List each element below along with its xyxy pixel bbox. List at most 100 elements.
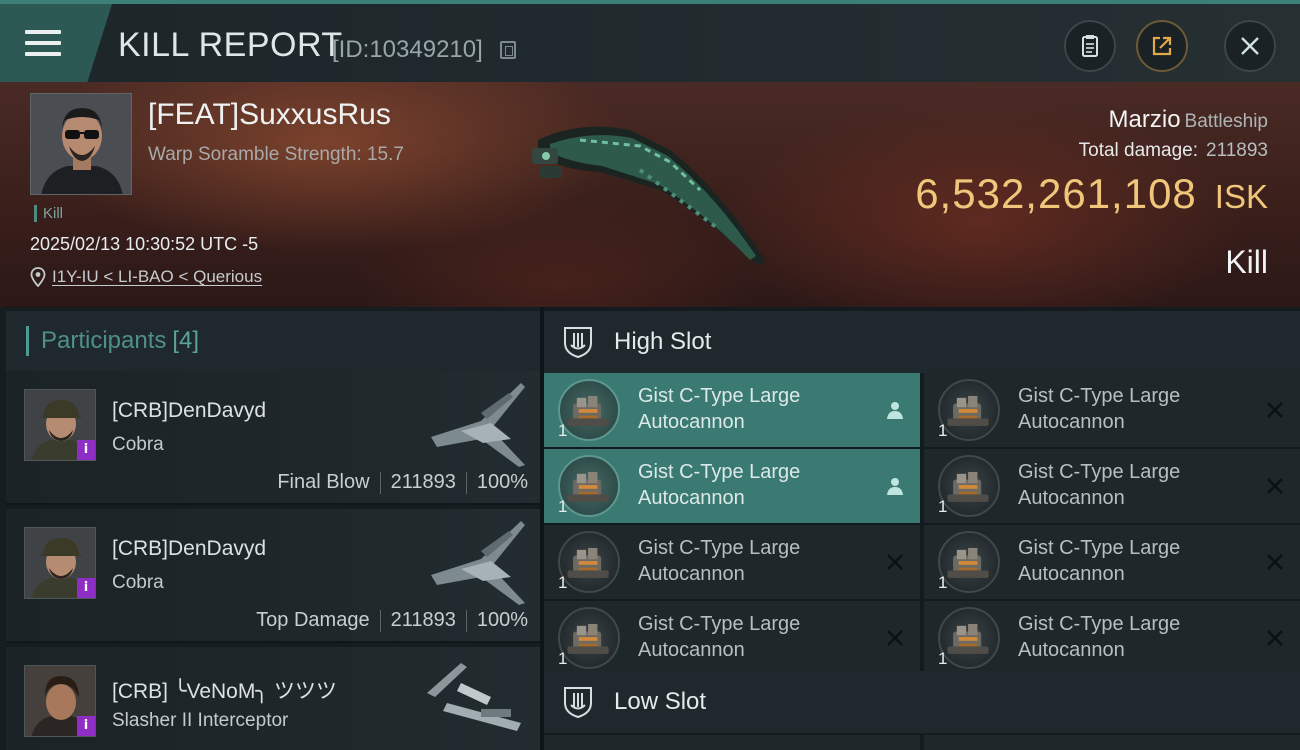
participant-percent: 100% xyxy=(476,471,528,493)
ship-name: Marzio xyxy=(1108,106,1181,133)
participant-damage: 211893 xyxy=(390,471,456,493)
share-button[interactable] xyxy=(1136,20,1188,72)
avatar[interactable]: i xyxy=(24,527,96,599)
kill-tag: Kill xyxy=(34,205,63,222)
kill-location[interactable]: I1Y-IU < LI-BAO < Querious xyxy=(30,267,262,287)
low-slot-icon xyxy=(562,685,594,719)
participant-role: Top Damage xyxy=(256,609,370,631)
menu-icon xyxy=(25,30,61,56)
module-slot[interactable]: 1 Gist C-Type Large Autocannon xyxy=(924,525,1300,599)
high-slot-header: High Slot xyxy=(544,311,1300,373)
module-slot[interactable]: 1 Gist C-Type Large Autocannon xyxy=(544,601,920,675)
participant-ship-image xyxy=(427,663,521,731)
participants-label: Participants xyxy=(41,327,167,354)
participants-panel: Participants [4] i [CRB]DenDavyd Cobra F… xyxy=(0,307,540,750)
low-slot-label: Low Slot xyxy=(614,688,707,715)
report-id: [ID:10349210] xyxy=(332,36,483,63)
participant-damage: 211893 xyxy=(390,609,456,631)
module-quantity: 1 xyxy=(938,497,948,516)
x-icon xyxy=(1264,399,1286,421)
participant-percent: 100% xyxy=(476,609,528,631)
menu-button[interactable] xyxy=(0,4,112,82)
avatar[interactable]: i xyxy=(24,389,96,461)
total-damage-label: Total damage: xyxy=(1078,140,1198,161)
x-icon xyxy=(1264,551,1286,573)
isk-value: 6,532,261,108 ISK xyxy=(915,170,1268,218)
kill-result: Kill xyxy=(1225,244,1268,280)
avatar[interactable]: i xyxy=(24,665,96,737)
module-quantity: 1 xyxy=(558,573,568,592)
participant-ship: Cobra xyxy=(112,434,164,455)
divider xyxy=(465,471,467,494)
pilot-badge-icon: i xyxy=(77,440,95,460)
module-name: Gist C-Type Large Autocannon xyxy=(638,537,801,585)
low-slot-module-partial[interactable] xyxy=(544,735,920,750)
participant-ship-image xyxy=(431,521,525,605)
module-slot[interactable]: 1 Gist C-Type Large Autocannon xyxy=(924,449,1300,523)
participant-role: Final Blow xyxy=(277,471,370,493)
victim-name[interactable]: [FEAT]SuxxusRus xyxy=(148,98,391,132)
participant-ship: Slasher II Interceptor xyxy=(112,710,289,731)
module-slot[interactable]: 1 Gist C-Type Large Autocannon xyxy=(924,601,1300,675)
x-icon xyxy=(1264,627,1286,649)
participant-name[interactable]: [CRB]DenDavyd xyxy=(112,399,266,423)
victim-ship-image xyxy=(532,126,765,267)
module-slot[interactable]: 1 Gist C-Type Large Autocannon xyxy=(544,449,920,523)
high-slot-icon xyxy=(562,325,594,359)
isk-amount: 6,532,261,108 xyxy=(915,170,1197,217)
page-title: KILL REPORT xyxy=(118,26,343,64)
close-button[interactable] xyxy=(1224,20,1276,72)
module-slot[interactable]: 1 Gist C-Type Large Autocannon xyxy=(544,525,920,599)
participant-row[interactable]: i [CRB]DenDavyd Cobra Final Blow 211893 … xyxy=(6,371,540,505)
participant-ship-image xyxy=(431,383,525,467)
module-quantity: 1 xyxy=(558,649,568,668)
pilot-badge-icon: i xyxy=(77,578,95,598)
section-marker xyxy=(26,326,29,356)
module-name: Gist C-Type Large Autocannon xyxy=(638,385,801,433)
victim-summary: [FEAT]SuxxusRus Warp Soramble Strength: … xyxy=(0,82,1300,307)
divider xyxy=(379,471,381,494)
module-quantity: 1 xyxy=(938,649,948,668)
pilot-icon xyxy=(884,475,906,497)
module-name: Gist C-Type Large Autocannon xyxy=(1018,613,1181,661)
module-name: Gist C-Type Large Autocannon xyxy=(1018,537,1181,585)
ship-class: Battleship xyxy=(1184,111,1268,132)
top-bar: KILL REPORT [ID:10349210] xyxy=(0,0,1300,82)
module-quantity: 1 xyxy=(558,497,568,516)
x-icon xyxy=(884,627,906,649)
clipboard-icon xyxy=(1082,35,1098,57)
module-name: Gist C-Type Large Autocannon xyxy=(638,461,801,509)
x-icon xyxy=(884,551,906,573)
participant-name[interactable]: [CRB]DenDavyd xyxy=(112,537,266,561)
location-link[interactable]: I1Y-IU < LI-BAO < Querious xyxy=(52,267,262,287)
victim-ship[interactable]: Marzio Battleship xyxy=(1109,106,1268,134)
copy-icon[interactable] xyxy=(500,41,516,59)
participant-ship: Cobra xyxy=(112,572,164,593)
module-name: Gist C-Type Large Autocannon xyxy=(1018,385,1181,433)
low-slot-header: Low Slot xyxy=(544,671,1300,733)
participant-stats: Final Blow 211893 100% xyxy=(277,471,528,494)
module-slot[interactable]: 1 Gist C-Type Large Autocannon xyxy=(924,373,1300,447)
module-name: Gist C-Type Large Autocannon xyxy=(1018,461,1181,509)
total-damage: Total damage: 211893 xyxy=(1079,140,1268,162)
total-damage-value: 211893 xyxy=(1206,140,1268,161)
clipboard-button[interactable] xyxy=(1064,20,1116,72)
pilot-icon xyxy=(884,399,906,421)
participant-name[interactable]: [CRB] ╰VeNoM╮ ツツツ xyxy=(112,675,337,705)
low-slot-module-partial[interactable] xyxy=(924,735,1300,750)
participants-header: Participants [4] xyxy=(6,311,540,371)
participants-count: [4] xyxy=(172,327,200,354)
participant-row[interactable]: i [CRB] ╰VeNoM╮ ツツツ Slasher II Intercept… xyxy=(6,647,540,750)
module-quantity: 1 xyxy=(558,421,568,440)
victim-portrait[interactable] xyxy=(30,93,132,195)
isk-unit: ISK xyxy=(1214,178,1268,215)
warp-scramble-strength: Warp Soramble Strength: 15.7 xyxy=(148,144,404,165)
module-name: Gist C-Type Large Autocannon xyxy=(638,613,801,661)
share-icon xyxy=(1152,36,1172,56)
module-slot[interactable]: 1 Gist C-Type Large Autocannon xyxy=(544,373,920,447)
divider xyxy=(465,609,467,632)
fitting-panel: High Slot 1 Gist C-Type Large Autocannon 1… xyxy=(544,307,1300,750)
participant-stats: Top Damage 211893 100% xyxy=(256,609,528,632)
kill-datetime: 2025/02/13 10:30:52 UTC -5 xyxy=(30,234,259,254)
participant-row[interactable]: i [CRB]DenDavyd Cobra Top Damage 211893 … xyxy=(6,509,540,643)
